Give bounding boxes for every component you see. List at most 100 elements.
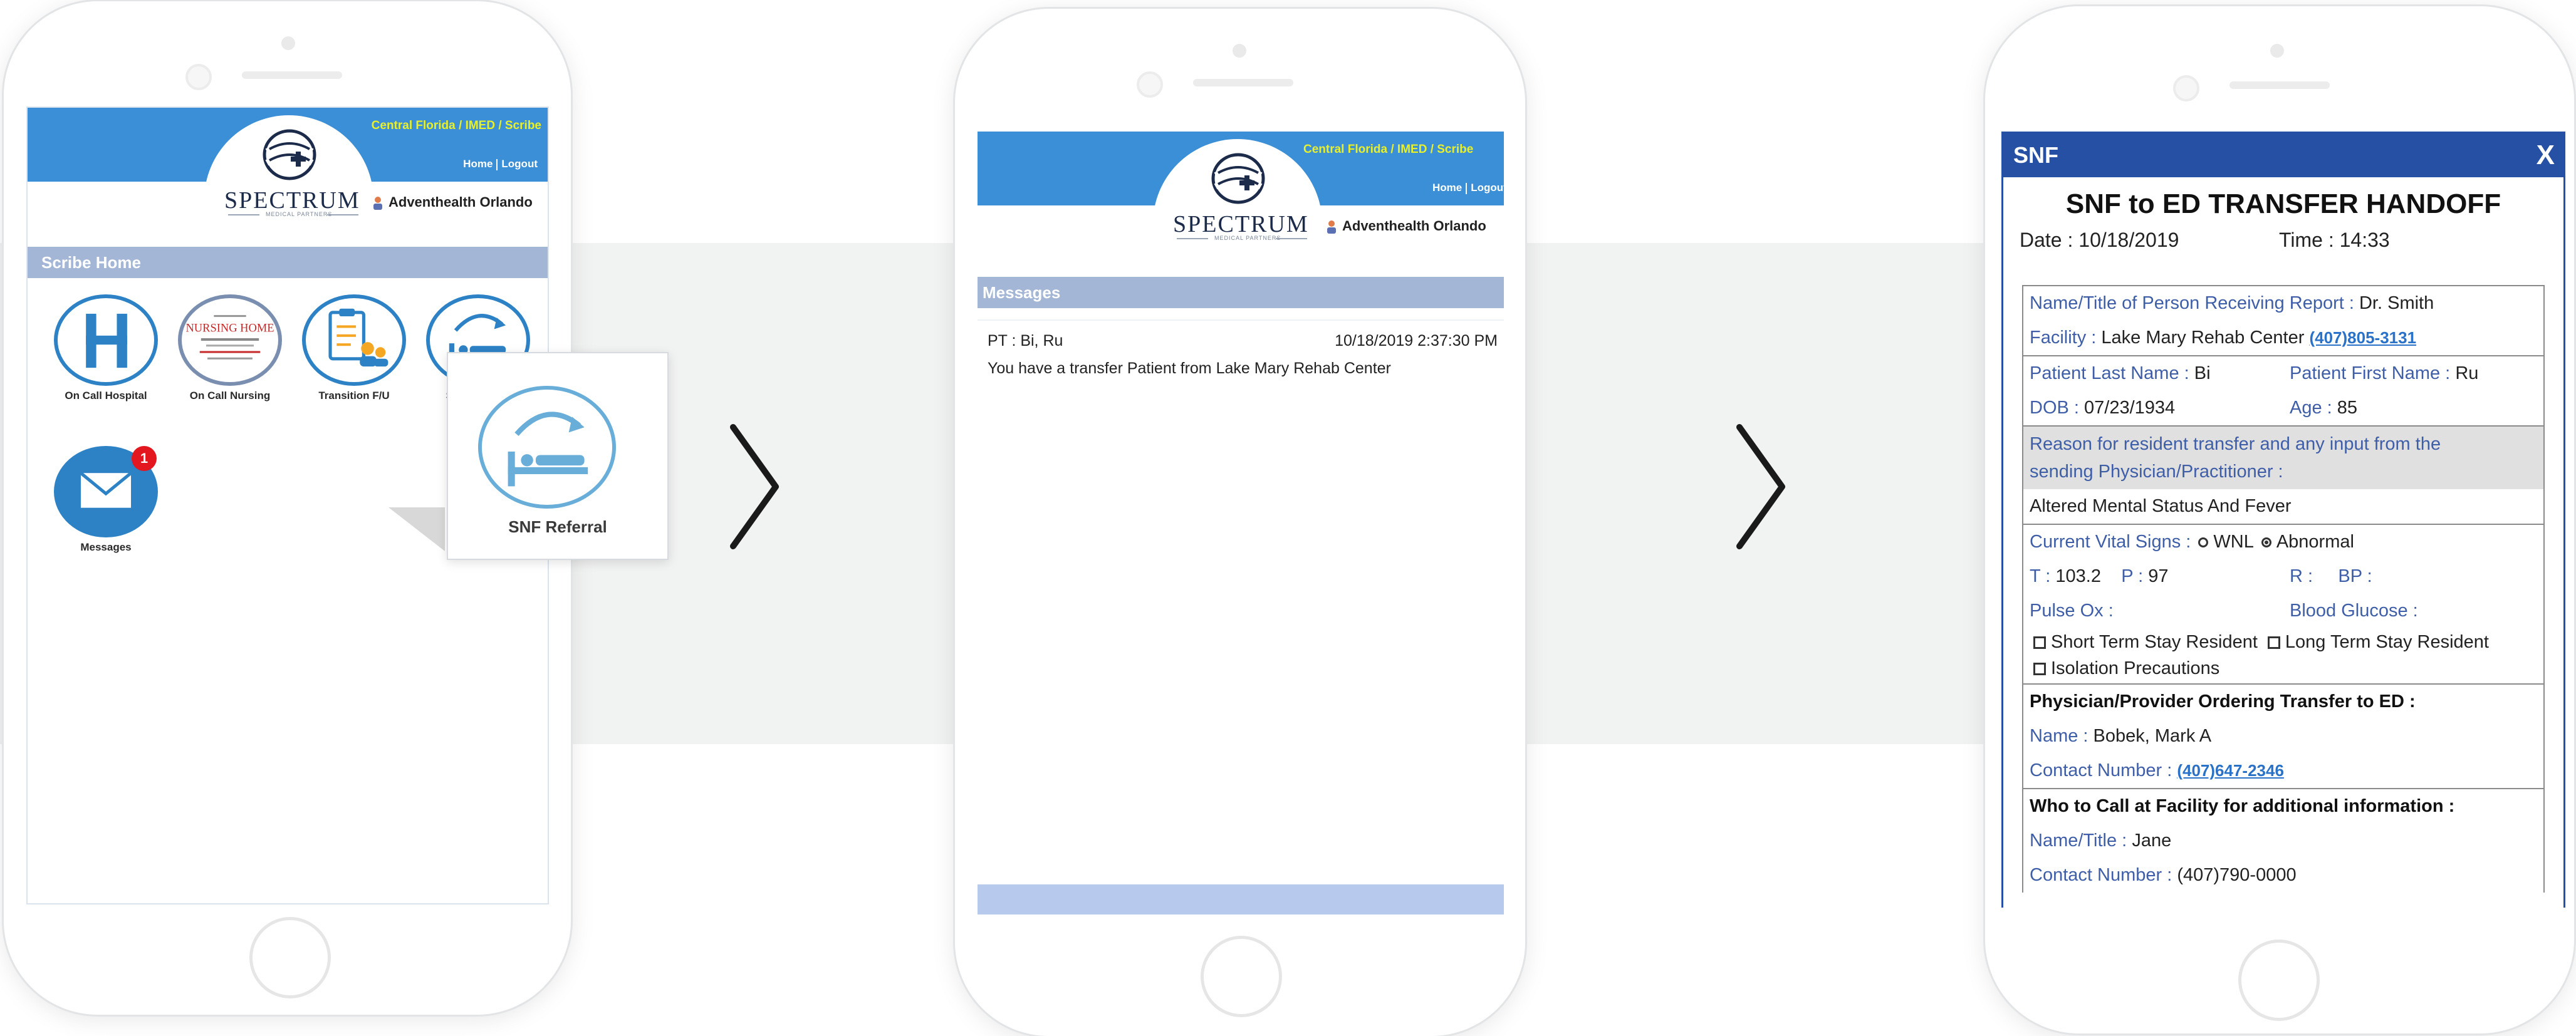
who-to-call-heading: Who to Call at Facility for additional i… xyxy=(2030,796,2455,816)
physician-name-row: Name : Bobek, Mark A xyxy=(2023,719,2543,754)
message-timestamp: 10/18/2019 2:37:30 PM xyxy=(1335,332,1498,350)
age-label: Age : xyxy=(2290,398,2332,418)
envelope-icon: 1 xyxy=(54,446,158,537)
reason-value: Altered Mental Status And Fever xyxy=(2030,496,2292,516)
reason-label-block: Reason for resident transfer and any inp… xyxy=(2023,427,2543,489)
short-stay-checkbox[interactable] xyxy=(2033,636,2046,650)
name-row: Patient Last Name : Bi Patient First Nam… xyxy=(2023,356,2543,391)
form-time: Time : 14:33 xyxy=(2279,229,2390,252)
phone-camera xyxy=(281,36,295,50)
dialog-header: SNF X xyxy=(2003,133,2563,177)
isolation-checkbox[interactable] xyxy=(2033,663,2046,676)
wnl-radio[interactable] xyxy=(2198,537,2209,548)
facility-contact-label: Contact Number : xyxy=(2030,865,2172,885)
first-name-field: Patient First Name : Ru xyxy=(2290,356,2478,391)
spectrum-logo-icon xyxy=(1211,153,1265,204)
tile-label: On Call Nursing xyxy=(189,390,271,401)
screen-messages: SPECTRUM MEDICAL PARTNERS Central Florid… xyxy=(978,132,1504,922)
facility-contact-row: Contact Number : (407)790-0000 xyxy=(2023,858,2543,893)
transition-clipboard-icon xyxy=(302,294,406,386)
header-nav: Home Logout xyxy=(1429,182,1504,194)
first-name-label: Patient First Name : xyxy=(2290,363,2451,383)
nav-home-link[interactable]: Home xyxy=(459,158,496,170)
tile-transition-fu[interactable]: Transition F/U xyxy=(295,294,414,402)
form-body: Name/Title of Person Receiving Report : … xyxy=(2022,285,2545,893)
svg-text:NURSING HOME: NURSING HOME xyxy=(185,322,274,334)
breadcrumb: Central Florida / IMED / Scribe xyxy=(1303,143,1474,156)
phone-home-button xyxy=(2238,940,2320,1021)
age-field: Age : 85 xyxy=(2290,391,2357,425)
close-icon[interactable]: X xyxy=(2537,133,2555,177)
app-header: SPECTRUM MEDICAL PARTNERS Central Florid… xyxy=(978,132,1504,308)
physician-phone-link[interactable]: (407)647-2346 xyxy=(2177,761,2284,780)
nav-home-link[interactable]: Home xyxy=(1429,182,1466,194)
chevron-right-icon xyxy=(1736,424,1785,549)
phone-camera xyxy=(2270,44,2284,58)
temp-value: 103.2 xyxy=(2055,566,2101,586)
reason-label-line-1: Reason for resident transfer and any inp… xyxy=(2030,434,2441,454)
user-icon xyxy=(373,197,382,210)
current-user: Adventhealth Orlando xyxy=(1326,218,1486,234)
wnl-label: WNL xyxy=(2213,532,2254,552)
pulse-ox-label: Pulse Ox : xyxy=(2030,601,2114,621)
facility-label: Facility : xyxy=(2030,328,2097,348)
user-icon xyxy=(1327,220,1336,234)
last-name-value: Bi xyxy=(2194,363,2211,383)
physician-name-value: Bobek, Mark A xyxy=(2093,726,2212,746)
long-stay-checkbox[interactable] xyxy=(2267,636,2280,650)
user-name: Adventhealth Orlando xyxy=(1342,218,1486,234)
section-title-bar: Scribe Home xyxy=(28,247,548,278)
form-date: Date : 10/18/2019 xyxy=(2020,229,2179,252)
facility-name-value: Jane xyxy=(2132,831,2172,851)
last-name-label: Patient Last Name : xyxy=(2030,363,2189,383)
header-nav: Home Logout xyxy=(459,158,541,170)
bp-label: BP : xyxy=(2338,566,2372,586)
message-item[interactable]: PT : Bi, Ru 10/18/2019 2:37:30 PM You ha… xyxy=(978,319,1504,390)
time-label: Time : xyxy=(2279,229,2334,251)
abnormal-label: Abnormal xyxy=(2276,532,2354,552)
logo-tagline: MEDICAL PARTNERS xyxy=(1214,235,1281,241)
isolation-label: Isolation Precautions xyxy=(2051,658,2220,678)
phone-speaker xyxy=(242,71,342,79)
ox-glucose-row: Pulse Ox : Blood Glucose : xyxy=(2023,594,2543,628)
phone-mockup-3: SNF X SNF to ED TRANSFER HANDOFF Date : … xyxy=(1985,6,2574,1033)
temp-label: T : xyxy=(2030,566,2051,586)
vitals-label: Current Vital Signs : xyxy=(2030,532,2191,552)
unread-badge: 1 xyxy=(132,446,157,471)
phone-speaker xyxy=(2229,81,2330,89)
snf-referral-callout[interactable]: SNF Referral xyxy=(447,352,669,560)
phone-home-button xyxy=(1201,936,1282,1017)
bed-transfer-icon xyxy=(478,386,616,509)
physician-contact-row: Contact Number : (407)647-2346 xyxy=(2023,754,2543,788)
pulse-value: 97 xyxy=(2148,566,2169,586)
dob-row: DOB : 07/23/1934 Age : 85 xyxy=(2023,391,2543,425)
logo-tagline: MEDICAL PARTNERS xyxy=(266,211,333,217)
phone-mockup-2: SPECTRUM MEDICAL PARTNERS Central Florid… xyxy=(955,9,1525,1036)
first-name-value: Ru xyxy=(2455,363,2479,383)
phone-camera xyxy=(1233,44,1246,58)
pulse-label: P : xyxy=(2121,566,2144,586)
nav-logout-link[interactable]: Logout xyxy=(498,158,541,170)
nursing-home-icon: NURSING HOME xyxy=(178,294,282,386)
receiver-section: Name/Title of Person Receiving Report : … xyxy=(2023,286,2543,356)
logo-divider xyxy=(228,214,259,215)
reason-section: Reason for resident transfer and any inp… xyxy=(2023,427,2543,525)
dob-value: 07/23/1934 xyxy=(2084,398,2176,418)
tile-on-call-nursing[interactable]: NURSING HOME On Call Nursing xyxy=(170,294,289,402)
facility-contact-value: (407)790-0000 xyxy=(2177,865,2297,885)
tile-label: Transition F/U xyxy=(318,390,390,401)
dob-label: DOB : xyxy=(2030,398,2079,418)
isolation-row: Isolation Precautions xyxy=(2023,656,2543,683)
resp-bp-field: R : BP : xyxy=(2290,559,2372,594)
tile-messages[interactable]: 1 Messages xyxy=(46,446,165,554)
short-stay-label: Short Term Stay Resident xyxy=(2051,632,2258,652)
nav-logout-link[interactable]: Logout xyxy=(1467,182,1504,194)
abnormal-radio[interactable] xyxy=(2261,537,2271,548)
message-body: You have a transfer Patient from Lake Ma… xyxy=(988,360,1391,377)
popup-pointer xyxy=(388,507,445,551)
tile-on-call-hospital[interactable]: On Call Hospital xyxy=(46,294,165,402)
facility-phone-link[interactable]: (407)805-3131 xyxy=(2309,328,2416,347)
callout-label: SNF Referral xyxy=(508,517,607,536)
patient-section: Patient Last Name : Bi Patient First Nam… xyxy=(2023,356,2543,427)
phone-home-button xyxy=(249,917,331,998)
